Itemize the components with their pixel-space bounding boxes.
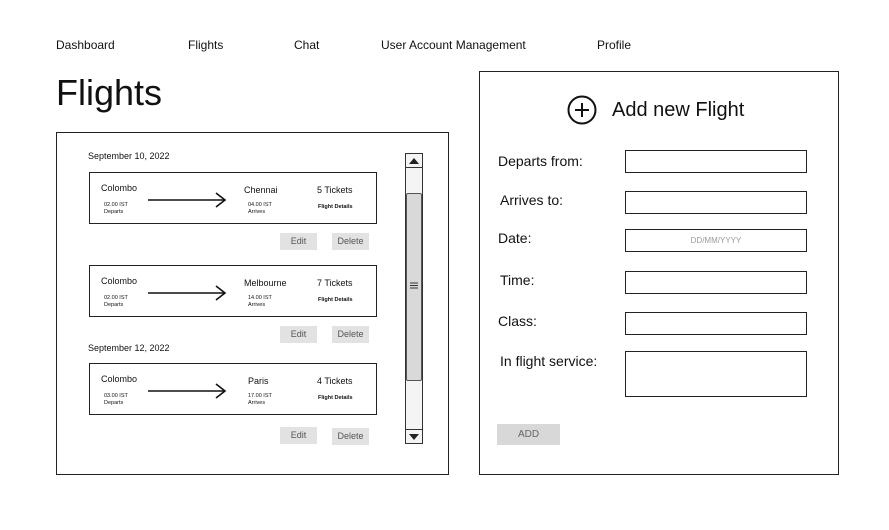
flight-card: Colombo 02.00 IST Departs Melbourne 14.00… (89, 265, 377, 317)
departure-time-value: 02.00 IST (104, 202, 128, 208)
flight-list-panel: September 10, 2022 Colombo 02.00 IST Depa… (56, 132, 449, 475)
departure-label: Departs (104, 209, 124, 215)
scroll-thumb[interactable] (406, 193, 422, 381)
arrival-time: 14.00 IST Arrives (248, 295, 272, 309)
ticket-count: 7 Tickets (317, 278, 353, 288)
edit-button[interactable]: Edit (280, 233, 317, 250)
triangle-down-icon (409, 434, 419, 440)
date-input[interactable] (625, 229, 807, 252)
plus-circle-icon[interactable] (567, 95, 597, 125)
departure-time-value: 02.00 IST (104, 295, 128, 301)
flight-origin: Colombo (101, 374, 138, 384)
date-group-label: September 10, 2022 (88, 151, 170, 161)
departure-label: Departs (104, 302, 124, 308)
edit-button[interactable]: Edit (280, 427, 317, 444)
nav-flights[interactable]: Flights (188, 38, 223, 52)
arrow-right-icon (148, 192, 227, 208)
delete-button[interactable]: Delete (332, 326, 369, 343)
arrival-time-value: 04.00 IST (248, 202, 272, 208)
triangle-up-icon (409, 158, 419, 164)
departs-from-input[interactable] (625, 150, 807, 173)
in-flight-service-input[interactable] (625, 351, 807, 397)
form-heading: Add new Flight (567, 94, 744, 126)
flight-details-link[interactable]: Flight Details (318, 297, 353, 303)
flight-destination: Melbourne (244, 278, 287, 288)
date-group-label: September 12, 2022 (88, 343, 170, 353)
flight-origin: Colombo (101, 183, 138, 193)
arrow-right-icon (148, 383, 227, 399)
add-button[interactable]: ADD (497, 424, 560, 445)
flight-origin: Colombo (101, 276, 138, 286)
time-label: Time: (500, 272, 535, 288)
nav-user-account-management[interactable]: User Account Management (381, 38, 526, 52)
delete-button[interactable]: Delete (332, 428, 369, 445)
class-label: Class: (498, 313, 537, 329)
arrival-label: Arrives (248, 209, 266, 215)
flight-details-link[interactable]: Flight Details (318, 204, 353, 210)
scroll-up-button[interactable] (406, 154, 422, 168)
departure-time: 02.00 IST Departs (104, 295, 128, 309)
nav-profile[interactable]: Profile (597, 38, 631, 52)
departure-label: Departs (104, 400, 124, 406)
ticket-count: 4 Tickets (317, 376, 353, 386)
flight-card: Colombo 03.00 IST Departs Paris 17.00 IST… (89, 363, 377, 415)
date-label: Date: (498, 230, 532, 246)
nav-chat[interactable]: Chat (294, 38, 319, 52)
flight-details-link[interactable]: Flight Details (318, 395, 353, 401)
arrives-to-input[interactable] (625, 191, 807, 214)
scroll-down-button[interactable] (406, 429, 422, 443)
in-flight-service-label: In flight service: (500, 353, 598, 369)
flight-destination: Paris (248, 376, 269, 386)
edit-button[interactable]: Edit (280, 326, 317, 343)
arrival-time-value: 17.00 IST (248, 393, 272, 399)
arrives-to-label: Arrives to: (500, 192, 564, 208)
flight-destination: Chennai (244, 185, 278, 195)
departure-time: 02.00 IST Departs (104, 202, 128, 216)
arrival-time: 04.00 IST Arrives (248, 202, 272, 216)
time-input[interactable] (625, 271, 807, 294)
arrival-label: Arrives (248, 400, 266, 406)
add-flight-panel: Add new Flight Departs from: Arrives to:… (479, 71, 839, 475)
arrow-right-icon (148, 285, 227, 301)
nav-dashboard[interactable]: Dashboard (56, 38, 115, 52)
departs-from-label: Departs from: (498, 153, 583, 169)
ticket-count: 5 Tickets (317, 185, 353, 195)
delete-button[interactable]: Delete (332, 233, 369, 250)
flight-card: Colombo 02.00 IST Departs Chennai 04.00 I… (89, 172, 377, 224)
list-scrollbar[interactable] (405, 153, 423, 444)
page-title: Flights (56, 72, 163, 113)
grip-icon (410, 282, 418, 289)
arrival-time: 17.00 IST Arrives (248, 393, 272, 407)
departure-time-value: 03.00 IST (104, 393, 128, 399)
arrival-label: Arrives (248, 302, 266, 308)
arrival-time-value: 14.00 IST (248, 295, 272, 301)
class-input[interactable] (625, 312, 807, 335)
departure-time: 03.00 IST Departs (104, 393, 128, 407)
form-title: Add new Flight (612, 98, 745, 121)
